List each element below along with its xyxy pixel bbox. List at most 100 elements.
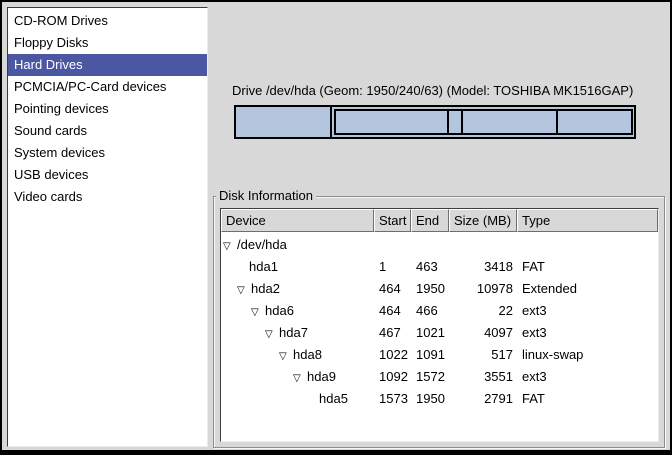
sidebar-item-label: Hard Drives (14, 57, 83, 72)
end-cell: 466 (411, 300, 449, 322)
type-cell: ext3 (517, 322, 547, 344)
sidebar-item-label: CD-ROM Drives (14, 13, 108, 28)
table-row-dev-hda[interactable]: ▽/dev/hda (221, 234, 658, 256)
type-cell (517, 234, 522, 256)
sidebar-item-label: PCMCIA/PC-Card devices (14, 79, 166, 94)
sidebar-item-sound-cards[interactable]: Sound cards (8, 120, 207, 142)
column-header-size-mb[interactable]: Size (MB) (449, 209, 517, 232)
table-row-hda8[interactable]: ▽hda810221091517linux-swap (221, 344, 658, 366)
start-cell: 1573 (374, 388, 411, 410)
indent-spacer (223, 311, 251, 312)
disk-table: DeviceStartEndSize (MB)Type ▽/dev/hdahda… (220, 208, 659, 442)
sidebar-item-label: USB devices (14, 167, 88, 182)
end-cell (411, 234, 449, 256)
device-label: /dev/hda (237, 237, 287, 252)
start-cell: 464 (374, 278, 411, 300)
indent-spacer (223, 289, 237, 290)
size-cell (449, 234, 517, 256)
table-row-hda7[interactable]: ▽hda746710214097ext3 (221, 322, 658, 344)
sidebar-item-system-devices[interactable]: System devices (8, 142, 207, 164)
indent-spacer (223, 377, 293, 378)
sidebar-item-floppy-disks[interactable]: Floppy Disks (8, 32, 207, 54)
type-cell: Extended (517, 278, 577, 300)
start-cell (374, 234, 411, 256)
device-label: hda7 (279, 325, 308, 340)
logical-partition-divider (556, 111, 558, 133)
expander-icon[interactable]: ▽ (237, 280, 251, 300)
groupbox-label: Disk Information (216, 188, 316, 203)
sidebar-item-cd-rom-drives[interactable]: CD-ROM Drives (8, 10, 207, 32)
device-label: hda8 (293, 347, 322, 362)
expander-icon[interactable]: ▽ (279, 346, 293, 366)
sidebar-item-label: Pointing devices (14, 101, 109, 116)
type-cell: ext3 (517, 300, 547, 322)
device-cell: hda5 (221, 388, 374, 410)
start-cell: 1092 (374, 366, 411, 388)
hardware-browser-window: CD-ROM Drives Floppy Disks Hard Drives PCMC… (2, 2, 670, 450)
start-cell: 1 (374, 256, 411, 278)
type-cell: linux-swap (517, 344, 583, 366)
device-cell: ▽/dev/hda (221, 234, 374, 256)
sidebar-item-label: Floppy Disks (14, 35, 88, 50)
expander-icon[interactable]: ▽ (293, 368, 307, 388)
type-cell: ext3 (517, 366, 547, 388)
end-cell: 1950 (411, 388, 449, 410)
device-cell: ▽hda9 (221, 366, 374, 388)
table-row-hda6[interactable]: ▽hda646446622ext3 (221, 300, 658, 322)
sidebar-item-usb-devices[interactable]: USB devices (8, 164, 207, 186)
indent-spacer (223, 333, 265, 334)
table-row-hda1[interactable]: hda114633418FAT (221, 256, 658, 278)
logical-partition-divider (447, 111, 449, 133)
table-row-hda2[interactable]: ▽hda2464195010978Extended (221, 278, 658, 300)
device-label: hda9 (307, 369, 336, 384)
expander-icon[interactable]: ▽ (223, 236, 237, 256)
logical-partition-divider (461, 111, 463, 133)
start-cell: 467 (374, 322, 411, 344)
sidebar: CD-ROM Drives Floppy Disks Hard Drives PCMC… (7, 7, 208, 447)
drive-title: Drive /dev/hda (Geom: 1950/240/63) (Mode… (232, 83, 633, 98)
disk-information-groupbox: Disk Information DeviceStartEndSize (MB)… (213, 196, 665, 448)
sidebar-item-label: Sound cards (14, 123, 87, 138)
table-header: DeviceStartEndSize (MB)Type (221, 209, 658, 232)
sidebar-item-label: System devices (14, 145, 105, 160)
device-cell: ▽hda7 (221, 322, 374, 344)
device-cell: ▽hda8 (221, 344, 374, 366)
end-cell: 1021 (411, 322, 449, 344)
table-row-hda5[interactable]: hda5157319502791FAT (221, 388, 658, 410)
size-cell: 22 (449, 300, 517, 322)
size-cell: 10978 (449, 278, 517, 300)
device-label: hda5 (319, 391, 348, 406)
device-cell: hda1 (221, 256, 374, 278)
device-label: hda1 (249, 259, 278, 274)
disk-bar (234, 105, 636, 139)
column-header-end[interactable]: End (411, 209, 449, 232)
sidebar-item-label: Video cards (14, 189, 82, 204)
device-cell: ▽hda2 (221, 278, 374, 300)
table-row-hda9[interactable]: ▽hda9109215723551ext3 (221, 366, 658, 388)
size-cell: 3418 (449, 256, 517, 278)
type-cell: FAT (517, 256, 545, 278)
end-cell: 1950 (411, 278, 449, 300)
sidebar-item-pcmcia-pc-card-devices[interactable]: PCMCIA/PC-Card devices (8, 76, 207, 98)
indent-spacer (223, 267, 237, 268)
column-header-type[interactable]: Type (517, 209, 658, 232)
table-body: ▽/dev/hdahda114633418FAT▽hda246419501097… (221, 232, 658, 410)
size-cell: 517 (449, 344, 517, 366)
expander-icon[interactable]: ▽ (265, 324, 279, 344)
type-cell: FAT (517, 388, 545, 410)
indent-spacer (223, 399, 307, 400)
device-label: hda6 (265, 303, 294, 318)
device-label: hda2 (251, 281, 280, 296)
size-cell: 3551 (449, 366, 517, 388)
size-cell: 4097 (449, 322, 517, 344)
column-header-device[interactable]: Device (221, 209, 374, 232)
sidebar-item-pointing-devices[interactable]: Pointing devices (8, 98, 207, 120)
start-cell: 464 (374, 300, 411, 322)
sidebar-item-hard-drives[interactable]: Hard Drives (8, 54, 207, 76)
start-cell: 1022 (374, 344, 411, 366)
sidebar-item-video-cards[interactable]: Video cards (8, 186, 207, 208)
column-header-start[interactable]: Start (374, 209, 411, 232)
extended-partition-box (334, 109, 633, 135)
device-cell: ▽hda6 (221, 300, 374, 322)
expander-icon[interactable]: ▽ (251, 302, 265, 322)
